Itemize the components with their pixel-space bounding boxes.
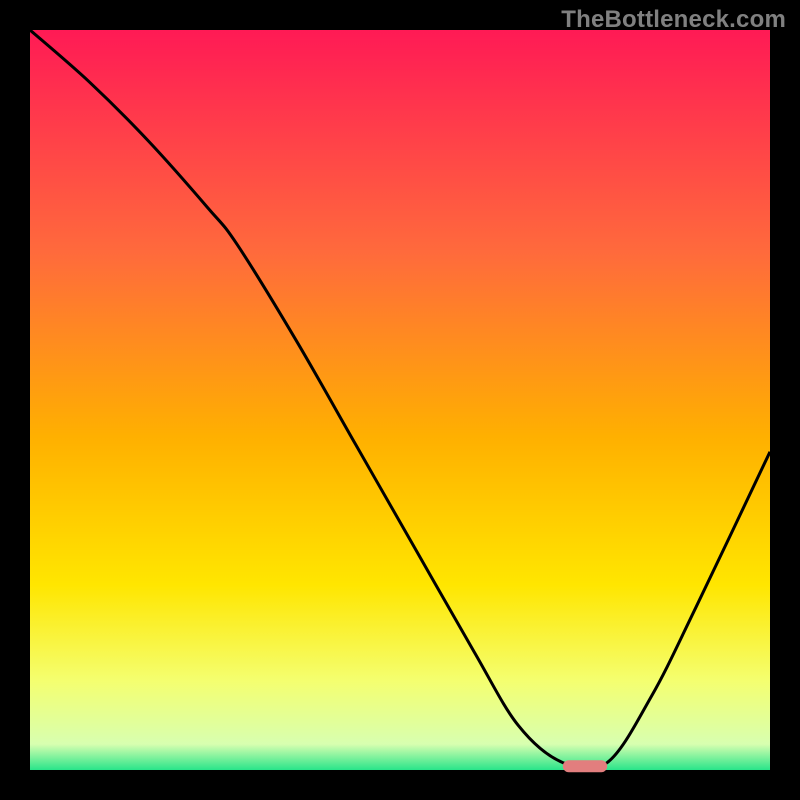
chart-frame: TheBottleneck.com	[0, 0, 800, 800]
plot-background	[30, 30, 770, 770]
optimal-range-marker	[563, 760, 607, 772]
chart-svg	[0, 0, 800, 800]
